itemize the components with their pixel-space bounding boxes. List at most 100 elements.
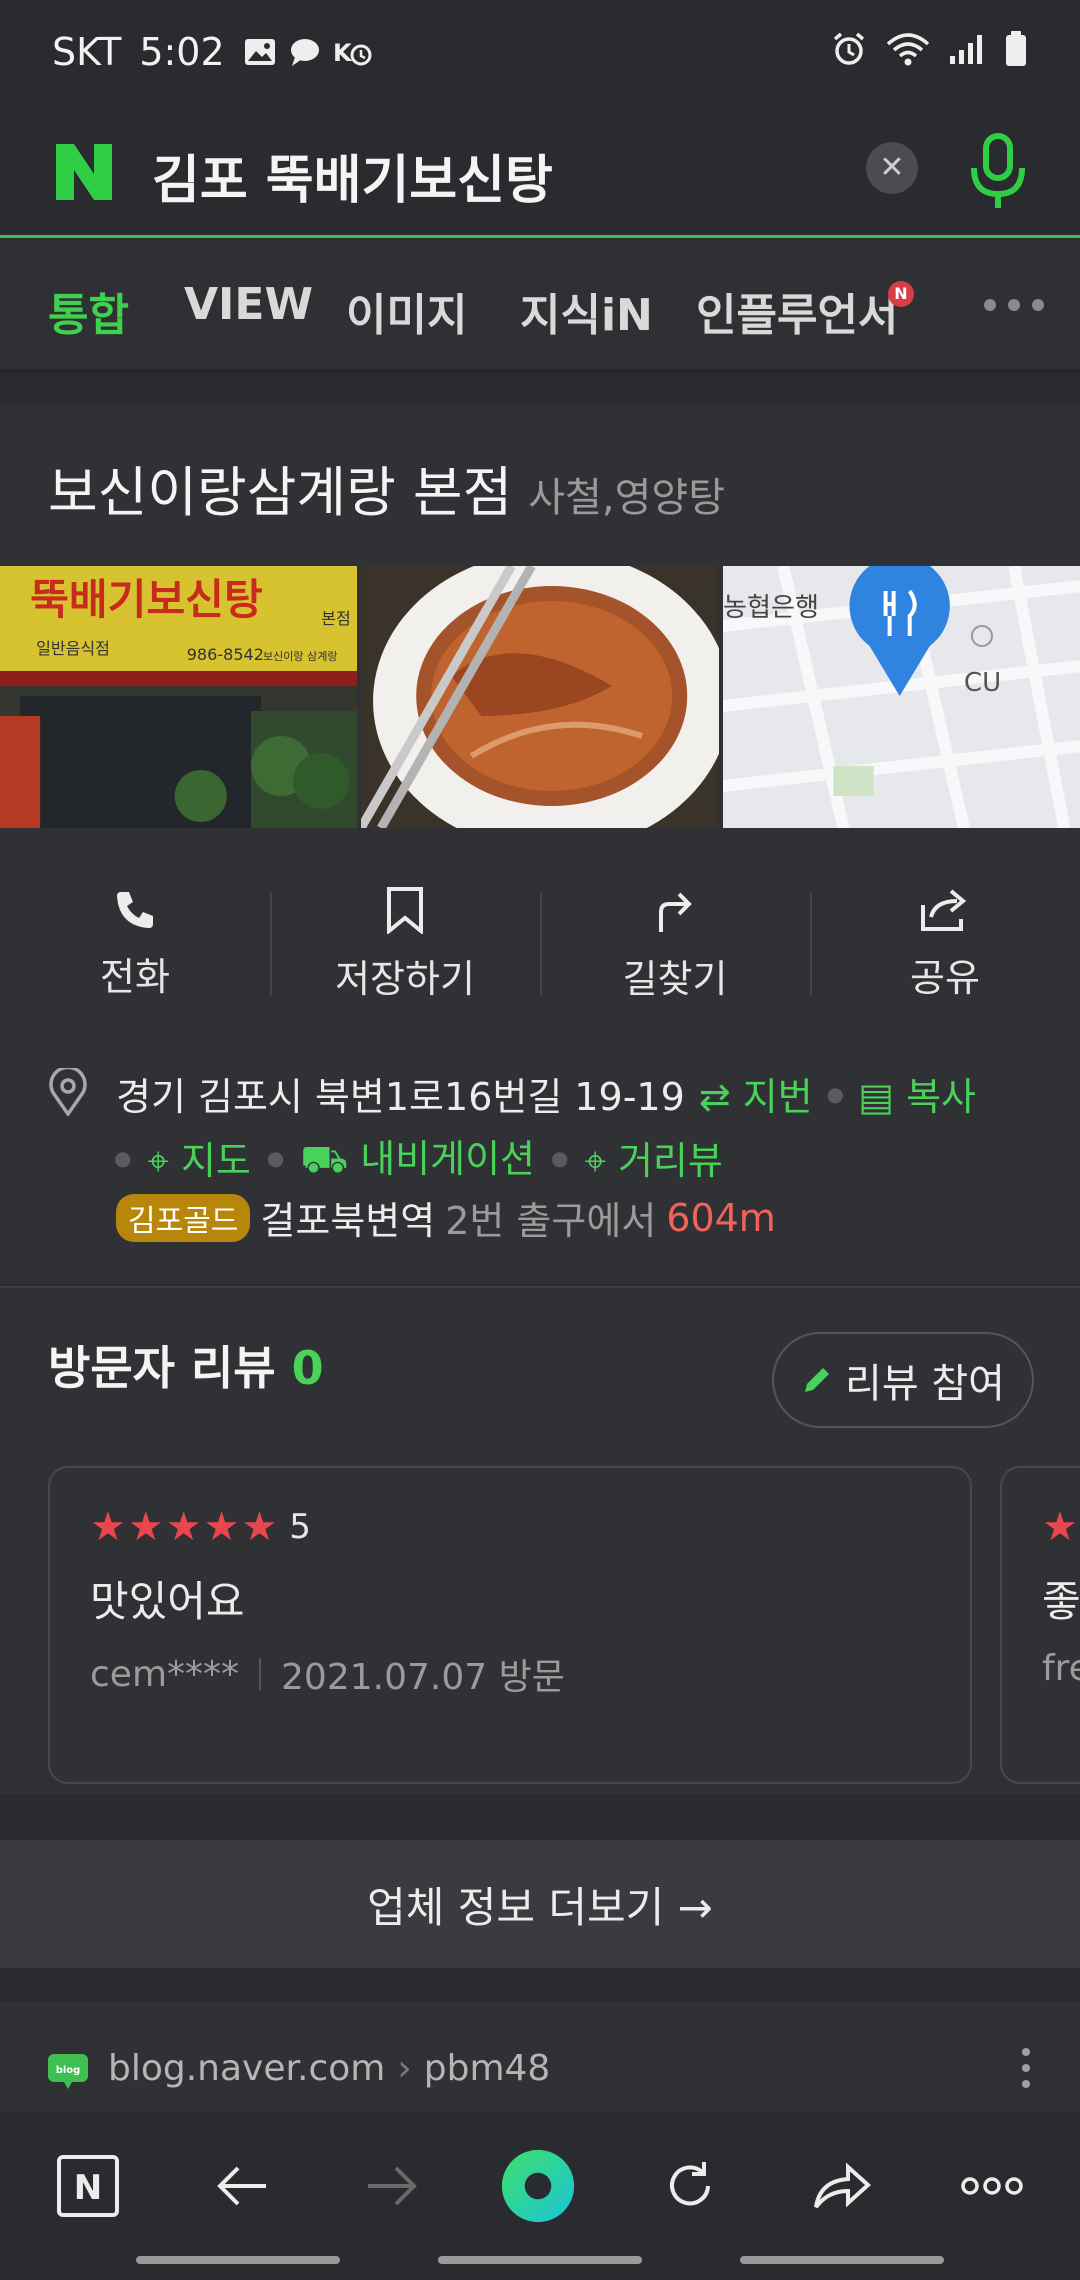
tab-influencer[interactable]: 인플루언서 — [696, 279, 898, 343]
lot-number-label: 지번 — [742, 1075, 813, 1119]
back-arrow-icon — [217, 2166, 266, 2206]
transit-info: 김포골드 걸포북변역 2번 출구에서 604m — [116, 1190, 776, 1245]
storefront-photo[interactable]: 뚝배기보신탕 일반음식점 986-8542 보신이랑 삼계랑 본점 — [0, 566, 358, 828]
star-rating-icon: ★ — [1042, 1504, 1080, 1550]
naver-n-icon: N — [57, 2155, 119, 2217]
street-view-link[interactable]: ⌖ 거리뷰 — [584, 1130, 722, 1185]
blog-source-line[interactable]: blog.naver.com › pbm48 — [108, 2048, 550, 2089]
tabs-more-button[interactable] — [984, 299, 1044, 311]
blog-options-button[interactable] — [1022, 2048, 1030, 2088]
review-user: fre — [1042, 1648, 1080, 1689]
separator-dot: ● — [114, 1145, 132, 1170]
kebab-dot — [1022, 2048, 1030, 2056]
map-thumbnail[interactable]: 농협은행 CU — [722, 566, 1080, 828]
tab-knowledge-in[interactable]: 지식iN — [520, 279, 653, 343]
more-business-info-button[interactable]: 업체 정보 더보기 → — [0, 1838, 1080, 1970]
battery-icon — [1006, 31, 1026, 66]
save-label: 저장하기 — [335, 956, 475, 1001]
refresh-button[interactable] — [652, 2148, 728, 2224]
review-user: cem**** — [90, 1653, 240, 1695]
review-rating: ★★★★★ 5 — [90, 1504, 311, 1550]
green-dot-icon — [501, 2149, 575, 2223]
food-photo[interactable] — [361, 566, 719, 828]
review-text: 맛있어요 — [90, 1577, 245, 1626]
place-heading: 보신이랑삼계랑 본점 사철,영양탕 — [48, 448, 725, 527]
blog-icon: blog — [48, 2054, 88, 2089]
search-query[interactable]: 김포 뚝배기보신탕 — [152, 138, 553, 213]
call-button[interactable]: 전화 — [0, 864, 270, 1024]
carrier: SKT — [52, 30, 122, 74]
forward-button[interactable] — [354, 2148, 430, 2224]
recents-gesture-bar[interactable] — [136, 2256, 340, 2264]
browser-menu-button[interactable] — [954, 2148, 1030, 2224]
street-view-label: 거리뷰 — [617, 1139, 723, 1183]
naver-logo-icon[interactable] — [52, 140, 116, 204]
status-right — [830, 30, 1028, 68]
home-gesture-bar[interactable] — [438, 2256, 642, 2264]
kebab-dot — [1022, 2080, 1030, 2088]
svg-text:K: K — [333, 39, 353, 67]
transit-line-badge: 김포골드 — [116, 1193, 251, 1242]
signal-icon — [950, 35, 982, 64]
place-actions: 전화 저장하기 길찾기 공유 — [0, 864, 1080, 1024]
copy-address-link[interactable]: ▤ 복사 — [858, 1066, 976, 1121]
share-button[interactable]: 공유 — [810, 864, 1080, 1024]
tab-view[interactable]: VIEW — [184, 279, 313, 330]
call-label: 전화 — [100, 954, 170, 999]
separator-dot: ● — [266, 1145, 285, 1170]
phone-icon — [117, 891, 153, 928]
blog-domain: blog.naver.com — [108, 2048, 386, 2089]
address-section: 경기 김포시 북변1로16번길 19-19 ⇄ 지번 ● ▤ 복사 ● ⌖ 지도… — [0, 1022, 1080, 1284]
write-review-label: 리뷰 참여 — [845, 1361, 1005, 1407]
separator-dot: ● — [826, 1081, 845, 1106]
naver-n-letter: N — [74, 2168, 102, 2208]
write-review-button[interactable]: 리뷰 참여 — [772, 1332, 1034, 1428]
new-badge: N — [888, 281, 914, 307]
separator-dot: ● — [551, 1145, 569, 1170]
breadcrumb-separator: › — [397, 2048, 412, 2089]
more-dot — [1008, 299, 1020, 311]
forward-arrow-icon — [368, 2166, 417, 2206]
map-store-label: CU — [964, 668, 1001, 698]
address-text: 경기 김포시 북변1로16번길 19-19 — [116, 1075, 685, 1119]
sign-side-text: 보신이랑 삼계랑 — [263, 650, 338, 663]
tab-images[interactable]: 이미지 — [346, 279, 467, 343]
green-dot-button[interactable] — [500, 2148, 576, 2224]
wifi-icon — [886, 33, 930, 66]
place-name[interactable]: 보신이랑삼계랑 본점 — [48, 448, 512, 527]
kebab-dot — [1022, 2064, 1030, 2072]
back-gesture-bar[interactable] — [740, 2256, 944, 2264]
lot-number-link[interactable]: ⇄ 지번 — [699, 1066, 813, 1121]
mic-icon[interactable] — [966, 132, 1030, 212]
map-link[interactable]: ⌖ 지도 — [147, 1130, 250, 1185]
navigation-label: 내비게이션 — [360, 1137, 536, 1181]
map-label: 지도 — [180, 1139, 251, 1183]
transit-exit: 2번 출구에서 — [445, 1199, 657, 1243]
more-dot — [984, 299, 996, 311]
reviews-count: 0 — [291, 1341, 324, 1395]
save-button[interactable]: 저장하기 — [270, 864, 540, 1024]
address-line: 경기 김포시 북변1로16번길 19-19 ⇄ 지번 ● ▤ 복사 — [116, 1066, 976, 1121]
more-dot — [1032, 299, 1044, 311]
share-page-button[interactable] — [804, 2148, 880, 2224]
sign-phone-text: 986-8542 — [187, 645, 264, 664]
review-meta: cem**** 2021.07.07 방문 — [90, 1648, 565, 1700]
review-card[interactable]: ★ 좋 fre — [1000, 1466, 1080, 1784]
back-button[interactable] — [204, 2148, 280, 2224]
navigation-link[interactable]: ⛟ 내비게이션 — [300, 1128, 535, 1187]
address-links: ● ⌖ 지도 ● ⛟ 내비게이션 ● ⌖ 거리뷰 — [114, 1128, 723, 1187]
tab-integrated[interactable]: 통합 — [48, 279, 129, 343]
clear-search-button[interactable]: ✕ — [866, 142, 918, 194]
status-bar: SKT 5:02 K — [0, 0, 1080, 110]
review-card[interactable]: ★★★★★ 5 맛있어요 cem**** 2021.07.07 방문 — [48, 1466, 972, 1784]
share-icon — [921, 888, 967, 931]
meta-divider — [259, 1658, 262, 1690]
directions-button[interactable]: 길찾기 — [540, 864, 810, 1024]
star-rating-icon: ★★★★★ — [90, 1504, 280, 1550]
location-pin-icon — [49, 1068, 87, 1116]
naver-home-button[interactable]: N — [50, 2148, 126, 2224]
reviews-heading: 방문자 리뷰 0 — [48, 1332, 324, 1398]
chat-notification-icon — [290, 39, 319, 66]
search-tabs: 통합 VIEW 이미지 지식iN 인플루언서 N — [0, 241, 1080, 373]
map-bank-label: 농협은행 — [723, 593, 819, 623]
